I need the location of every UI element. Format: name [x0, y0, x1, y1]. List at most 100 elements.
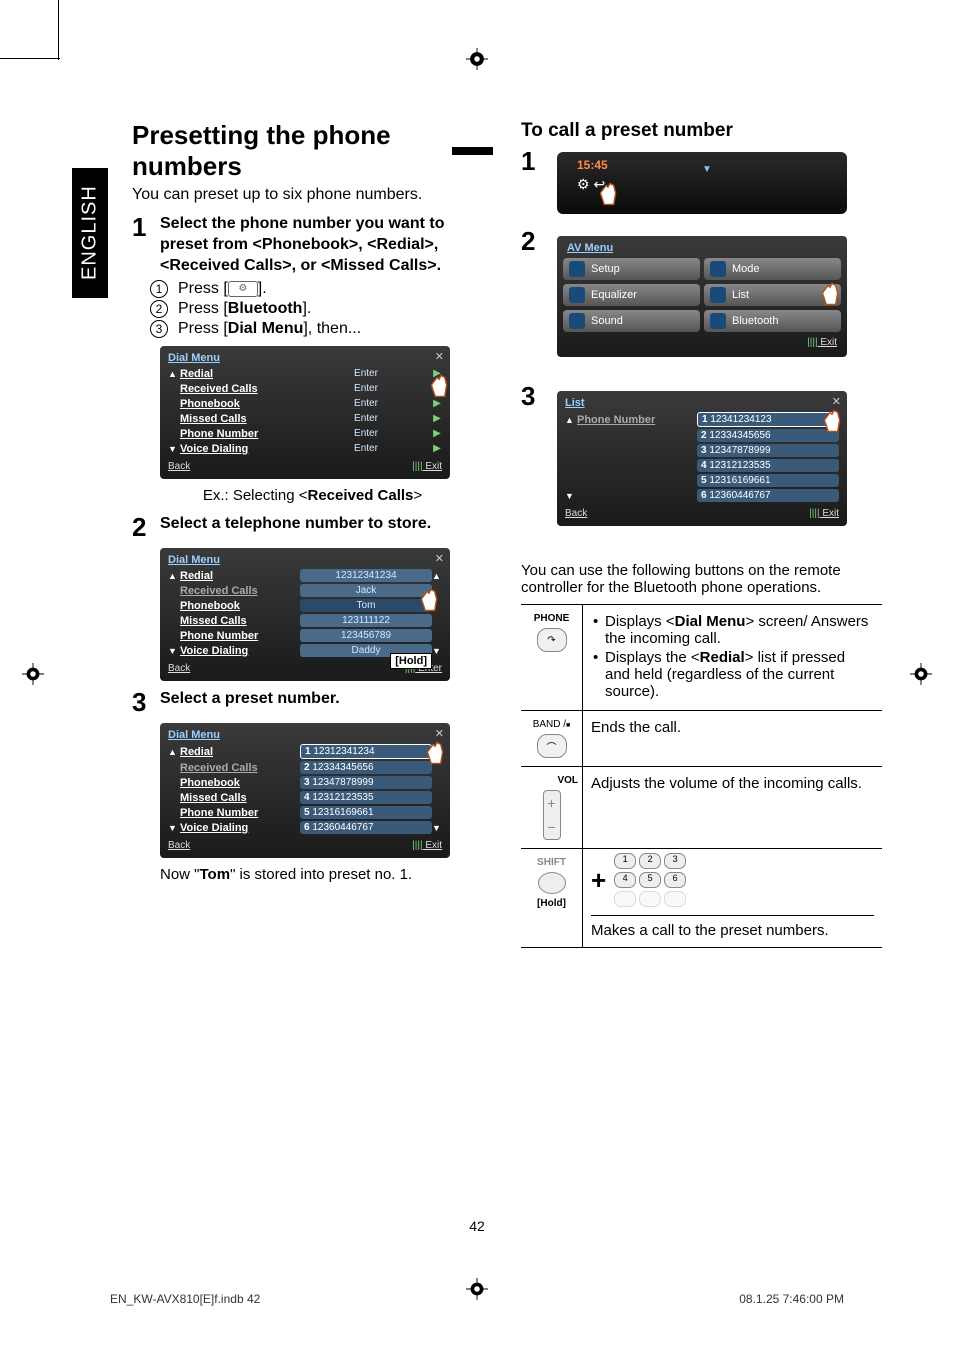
list-title: List: [561, 395, 843, 411]
substep-1-end: ].: [258, 280, 267, 297]
menu-item-voice-dialing[interactable]: Voice Dialing: [180, 822, 300, 834]
preset-item-3[interactable]: 3 12347878999: [697, 444, 839, 457]
menu-item-missed-calls[interactable]: Missed Calls: [180, 792, 300, 804]
caption-1: Ex.: Selecting <Received Calls>: [132, 487, 493, 504]
sound-icon: [569, 313, 585, 329]
vol-desc: Adjusts the volume of the incoming calls…: [583, 767, 882, 848]
crop-mark: [0, 58, 60, 59]
preset-item-1[interactable]: 1 12312341234: [300, 744, 432, 759]
back-button[interactable]: Back: [565, 508, 587, 519]
enter-button[interactable]: Enter: [300, 367, 432, 380]
hold-label: [Hold]: [390, 653, 432, 669]
enter-button[interactable]: Enter: [300, 382, 432, 395]
step-number: 1: [132, 214, 150, 240]
menu-item-voice-dialing[interactable]: Voice Dialing: [180, 443, 300, 455]
menu-item-phone-number[interactable]: Phone Number: [180, 630, 300, 642]
enter-button[interactable]: Enter: [300, 427, 432, 440]
menu-item-redial[interactable]: Redial: [180, 746, 300, 758]
up-arrow-icon[interactable]: ▲: [168, 369, 180, 379]
menu-item-voice-dialing[interactable]: Voice Dialing: [180, 645, 300, 657]
remote-table: PHONE ↷ Displays <Dial Menu> screen/ Ans…: [521, 604, 882, 948]
hold-label: [Hold]: [537, 898, 566, 909]
substep-3: 3 Press [Dial Menu], then...: [150, 320, 493, 338]
close-icon[interactable]: ✕: [435, 350, 444, 363]
exit-button[interactable]: |||| Exit: [809, 508, 839, 519]
scroll-down-icon[interactable]: ▼: [432, 646, 442, 656]
phone-button-icon: ↷: [537, 628, 567, 652]
substep-3-pre: Press [: [178, 320, 228, 337]
substep-1: 1 Press [⚙].: [150, 280, 493, 298]
page-heading: Presetting the phone numbers: [132, 120, 493, 182]
mode-icon: [710, 261, 726, 277]
hand-cursor-icon: [813, 401, 851, 439]
dial-menu-title: Dial Menu: [164, 350, 446, 366]
menu-item-phone-number[interactable]: Phone Number: [180, 428, 300, 440]
up-arrow-icon[interactable]: ▲: [168, 571, 180, 581]
crop-mark: [58, 0, 59, 60]
av-setup-button[interactable]: Setup: [563, 258, 700, 280]
exit-button[interactable]: |||| Exit: [412, 840, 442, 851]
hand-cursor-icon: [589, 174, 627, 212]
exit-button[interactable]: |||| Exit: [807, 337, 837, 348]
menu-item-missed-calls[interactable]: Missed Calls: [180, 413, 300, 425]
down-arrow-icon[interactable]: ▼: [168, 646, 180, 656]
av-sound-button[interactable]: Sound: [563, 310, 700, 332]
menu-item-phonebook[interactable]: Phonebook: [180, 600, 300, 612]
phone-number-label[interactable]: Phone Number: [577, 414, 697, 426]
enter-button[interactable]: Enter: [300, 442, 432, 455]
menu-item-received-calls[interactable]: Received Calls: [180, 585, 300, 597]
play-arrow-icon: ▶: [432, 443, 442, 454]
registration-mark-icon: [466, 1278, 488, 1306]
av-bluetooth-button[interactable]: Bluetooth: [704, 310, 841, 332]
preset-item-3[interactable]: 3 12347878999: [300, 776, 432, 789]
dial-menu-screenshot-1: ✕ Dial Menu ▲RedialEnter▶ Received Calls…: [160, 346, 450, 479]
registration-mark-icon: [466, 48, 488, 76]
heading-rule-icon: [452, 147, 493, 155]
av-equalizer-button[interactable]: Equalizer: [563, 284, 700, 306]
menu-item-received-calls[interactable]: Received Calls: [180, 762, 300, 774]
substep-2-pre: Press [: [178, 300, 228, 317]
contact-item[interactable]: 123456789: [300, 629, 432, 642]
menu-item-redial[interactable]: Redial: [180, 368, 300, 380]
preset-item-6[interactable]: 6 12360446767: [300, 821, 432, 834]
up-arrow-icon[interactable]: ▲: [565, 415, 577, 425]
menu-item-phonebook[interactable]: Phonebook: [180, 398, 300, 410]
preset-item-2[interactable]: 2 12334345656: [300, 761, 432, 774]
back-button[interactable]: Back: [168, 461, 190, 472]
step-number: 2: [521, 228, 539, 254]
menu-item-redial[interactable]: Redial: [180, 570, 300, 582]
up-arrow-icon[interactable]: ▲: [168, 747, 180, 757]
preset-item-6[interactable]: 6 12360446767: [697, 489, 839, 502]
exit-button[interactable]: |||| Exit: [412, 461, 442, 472]
step-3-title: Select a preset number.: [160, 689, 493, 710]
back-button[interactable]: Back: [168, 663, 190, 674]
step-2-title: Select a telephone number to store.: [160, 514, 493, 535]
volume-rocker-icon: +−: [543, 790, 561, 840]
close-icon[interactable]: ✕: [435, 552, 444, 565]
preset-item-4[interactable]: 4 12312123535: [697, 459, 839, 472]
menu-item-missed-calls[interactable]: Missed Calls: [180, 615, 300, 627]
table-row-band: BAND /■ ⌒ Ends the call.: [521, 711, 882, 767]
enter-button[interactable]: Enter: [300, 412, 432, 425]
back-button[interactable]: Back: [168, 840, 190, 851]
preset-item-5[interactable]: 5 12316169661: [697, 474, 839, 487]
call-step-3: 3 ✕ List ▲Phone Number1 12341234123 2 12…: [521, 383, 882, 534]
table-row-shift: SHIFT [Hold] + 123 456: [521, 849, 882, 947]
menu-item-phonebook[interactable]: Phonebook: [180, 777, 300, 789]
scroll-down-icon[interactable]: ▼: [432, 823, 442, 833]
enter-button[interactable]: Enter: [300, 397, 432, 410]
down-arrow-icon[interactable]: ▼: [702, 164, 712, 175]
down-arrow-icon[interactable]: ▼: [168, 444, 180, 454]
right-column: To call a preset number 1 15:45 ⚙ ↩ ▼ 2 …: [521, 120, 882, 948]
scroll-up-icon[interactable]: ▲: [432, 571, 442, 581]
preset-item-4[interactable]: 4 12312123535: [300, 791, 432, 804]
play-arrow-icon: ▶: [432, 428, 442, 439]
preset-item-5[interactable]: 5 12316169661: [300, 806, 432, 819]
menu-item-received-calls[interactable]: Received Calls: [180, 383, 300, 395]
substep-3-post: ], then...: [303, 320, 361, 337]
down-arrow-icon[interactable]: ▼: [168, 823, 180, 833]
gear-icon: [569, 261, 585, 277]
step-number: 1: [521, 148, 539, 174]
menu-item-phone-number[interactable]: Phone Number: [180, 807, 300, 819]
down-arrow-icon[interactable]: ▼: [565, 491, 577, 501]
